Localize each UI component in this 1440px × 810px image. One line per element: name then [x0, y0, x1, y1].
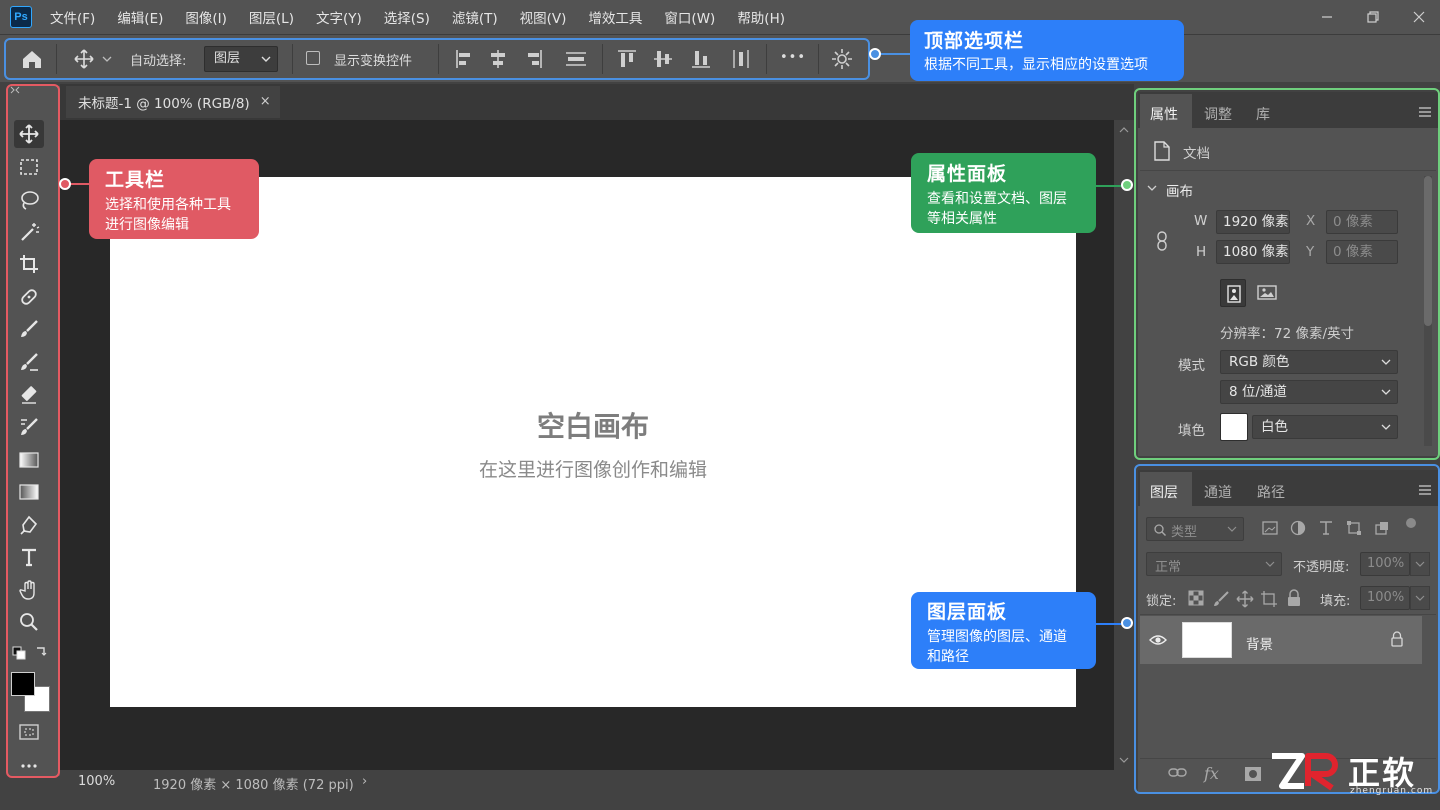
- menu-file[interactable]: 文件(F): [50, 7, 95, 27]
- menu-filter[interactable]: 滤镜(T): [452, 7, 498, 27]
- canvas-subtitle: 在这里进行图像创作和编辑: [478, 459, 707, 481]
- brand-watermark: 正软 zhengruan.com: [1268, 750, 1438, 802]
- close-tab-icon[interactable]: ×: [260, 94, 271, 109]
- menu-edit[interactable]: 编辑(E): [117, 7, 163, 27]
- zr-logo-icon: [1272, 753, 1338, 791]
- minimize-icon[interactable]: [1304, 0, 1350, 34]
- menu-type[interactable]: 文字(Y): [316, 7, 362, 27]
- menu-bar: Ps 文件(F) 编辑(E) 图像(I) 图层(L) 文字(Y) 选择(S) 滤…: [0, 0, 1440, 34]
- document-tab[interactable]: 未标题-1 @ 100% (RGB/8) ×: [66, 86, 280, 118]
- menu-image[interactable]: 图像(I): [185, 7, 227, 27]
- document-size: 1920 像素 × 1080 像素 (72 ppi): [153, 778, 354, 793]
- menu-view[interactable]: 视图(V): [520, 7, 567, 27]
- toolbar-callout-title: 工具栏: [105, 169, 166, 191]
- options-bar-callout: 顶部选项栏 根据不同工具，显示相应的设置选项: [910, 20, 1184, 81]
- toolbar-callout: 工具栏 选择和使用各种工具 进行图像编辑: [89, 159, 259, 239]
- menu-plugins[interactable]: 增效工具: [588, 7, 642, 27]
- properties-panel-callout: 属性面板 查看和设置文档、图层 等相关属性: [911, 153, 1096, 233]
- close-window-icon[interactable]: [1396, 0, 1440, 34]
- menu-layer[interactable]: 图层(L): [249, 7, 294, 27]
- document-tab-title: 未标题-1 @ 100% (RGB/8): [78, 95, 250, 112]
- options-callout-dot: [869, 48, 881, 60]
- zoom-level[interactable]: 100%: [78, 774, 115, 789]
- toolbar-callout-desc: 选择和使用各种工具 进行图像编辑: [105, 197, 231, 233]
- restore-icon[interactable]: [1350, 0, 1396, 34]
- options-bar-highlight: [4, 38, 870, 80]
- menu-window[interactable]: 窗口(W): [664, 7, 715, 27]
- properties-callout-dot: [1121, 179, 1133, 191]
- canvas-title: 空白画布: [536, 410, 649, 443]
- options-callout-desc: 根据不同工具，显示相应的设置选项: [924, 57, 1148, 73]
- options-callout-title: 顶部选项栏: [924, 30, 1025, 52]
- toolbar-callout-dot: [59, 178, 71, 190]
- layers-callout-dot: [1121, 617, 1133, 629]
- photoshop-logo[interactable]: Ps: [10, 6, 32, 28]
- watermark-url: zhengruan.com: [1350, 786, 1434, 796]
- layers-panel-callout: 图层面板 管理图像的图层、通道 和路径: [911, 592, 1096, 669]
- toolbar-highlight: [6, 84, 60, 778]
- status-menu-arrow[interactable]: ›: [362, 774, 367, 789]
- menu-help[interactable]: 帮助(H): [737, 7, 785, 27]
- menu-select[interactable]: 选择(S): [384, 7, 430, 27]
- layers-callout-title: 图层面板: [927, 601, 1008, 623]
- properties-panel-highlight: [1134, 88, 1440, 460]
- layers-panel-highlight: [1134, 464, 1440, 794]
- properties-callout-desc: 查看和设置文档、图层 等相关属性: [927, 191, 1067, 227]
- vertical-scrollbar[interactable]: [1114, 120, 1134, 770]
- layers-callout-desc: 管理图像的图层、通道 和路径: [927, 629, 1067, 665]
- properties-callout-title: 属性面板: [927, 163, 1008, 185]
